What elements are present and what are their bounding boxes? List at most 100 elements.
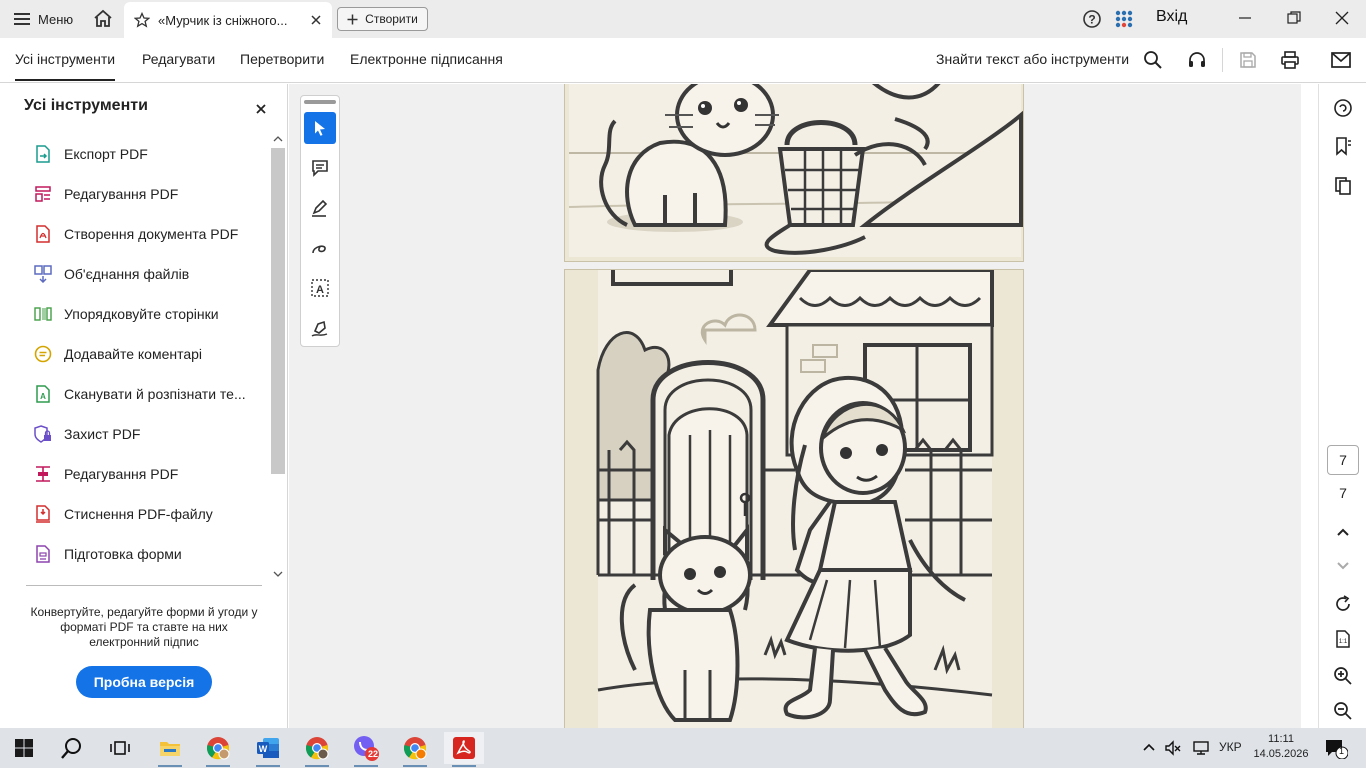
text-tool-button[interactable]: A: [304, 272, 336, 304]
scrollbar-thumb[interactable]: [271, 148, 285, 474]
volume-muted-icon[interactable]: [1164, 739, 1182, 757]
clock[interactable]: 11:11 14.05.2026: [1252, 732, 1310, 762]
menu-button[interactable]: Меню: [8, 6, 79, 32]
toolbar-divider: [1222, 48, 1223, 72]
start-button[interactable]: [4, 732, 44, 764]
tool-label: Захист PDF: [64, 426, 141, 442]
free-trial-button[interactable]: Пробна версія: [76, 666, 212, 698]
clock-date: 14.05.2026: [1253, 748, 1309, 760]
search-icon: [61, 738, 81, 759]
clock-time: 11:11: [1268, 733, 1294, 745]
tool-create-pdf[interactable]: Створення документа PDF: [0, 214, 268, 254]
svg-text:A: A: [40, 392, 46, 401]
scroll-down-icon[interactable]: [273, 569, 283, 579]
tool-compress-pdf[interactable]: Стиснення PDF-файлу: [0, 494, 268, 534]
tab-e-sign[interactable]: Електронне підписання: [350, 51, 503, 67]
tab-convert[interactable]: Перетворити: [240, 51, 324, 67]
close-tab-icon[interactable]: [310, 14, 322, 26]
highlight-tool-button[interactable]: [304, 192, 336, 224]
tool-scan-ocr[interactable]: A Сканувати й розпізнати те...: [0, 374, 268, 414]
chrome-icon: [305, 737, 329, 760]
show-hidden-icons-icon[interactable]: [1142, 741, 1156, 753]
create-button[interactable]: Створити: [337, 7, 428, 31]
minimize-button[interactable]: [1230, 6, 1260, 30]
total-pages: 7: [1339, 485, 1347, 501]
fit-page-icon[interactable]: 1:1: [1331, 627, 1355, 651]
next-page-icon[interactable]: [1331, 554, 1355, 578]
apps-icon[interactable]: [1114, 9, 1134, 29]
draw-tool-button[interactable]: [304, 232, 336, 264]
tool-protect-pdf[interactable]: Захист PDF: [0, 414, 268, 454]
email-icon[interactable]: [1330, 49, 1352, 71]
tab-edit[interactable]: Редагувати: [142, 51, 215, 67]
ai-assistant-icon[interactable]: [1331, 96, 1355, 120]
tool-edit-pdf[interactable]: Редагування PDF: [0, 174, 268, 214]
current-page-input[interactable]: 7: [1327, 445, 1359, 475]
pen-icon: [312, 199, 328, 217]
sign-in-button[interactable]: Вхід: [1156, 8, 1187, 26]
help-icon[interactable]: ?: [1082, 9, 1102, 29]
scroll-up-icon[interactable]: [273, 134, 283, 144]
taskbar-chrome-3[interactable]: [395, 732, 435, 767]
find-text-label[interactable]: Знайти текст або інструменти: [936, 51, 1129, 67]
task-view-button[interactable]: [100, 732, 140, 764]
taskbar-viber[interactable]: 22: [346, 732, 386, 767]
chrome-icon: [403, 737, 427, 760]
tool-label: Додавайте коментарі: [64, 346, 203, 362]
tool-export-pdf[interactable]: Експорт PDF: [0, 134, 268, 174]
document-tab[interactable]: «Мурчик із сніжного...: [124, 2, 332, 38]
taskbar-word[interactable]: W: [248, 732, 288, 767]
restore-button[interactable]: [1279, 6, 1309, 30]
windows-logo-icon: [15, 739, 33, 757]
previous-page-icon[interactable]: [1331, 520, 1355, 544]
star-icon[interactable]: [134, 12, 150, 28]
search-icon[interactable]: [1142, 49, 1164, 71]
tab-all-tools[interactable]: Усі інструменти: [15, 51, 116, 81]
close-panel-icon[interactable]: [252, 100, 270, 118]
sign-tool-button[interactable]: [304, 312, 336, 344]
select-tool-button[interactable]: [304, 112, 336, 144]
tools-scrollbar[interactable]: [270, 132, 286, 582]
notification-count: 1: [1339, 746, 1345, 756]
panel-divider: [26, 585, 262, 586]
export-pdf-icon: [34, 145, 52, 163]
taskbar-acrobat[interactable]: [444, 732, 484, 767]
tool-prepare-form[interactable]: Підготовка форми: [0, 534, 268, 574]
network-icon[interactable]: [1192, 740, 1210, 756]
notifications-icon: [1326, 740, 1348, 759]
tool-label: Підготовка форми: [64, 546, 182, 562]
read-aloud-icon[interactable]: [1186, 49, 1208, 71]
bookmarks-icon[interactable]: [1331, 134, 1355, 158]
text-box-icon: A: [311, 279, 329, 297]
plus-icon: [347, 14, 358, 24]
zoom-in-icon[interactable]: [1331, 664, 1355, 688]
comment-tool-button[interactable]: [304, 152, 336, 184]
taskbar-chrome-2[interactable]: [297, 732, 337, 767]
comment-bubble-icon: [312, 160, 328, 177]
tool-add-comments[interactable]: Додавайте коментарі: [0, 334, 268, 374]
rotate-icon[interactable]: [1331, 592, 1355, 616]
notifications-button[interactable]: 1: [1316, 732, 1356, 764]
promo-text: Конвертуйте, редагуйте форми й угоди у ф…: [30, 605, 258, 649]
tool-label: Редагування PDF: [64, 186, 179, 202]
drag-handle[interactable]: [304, 100, 336, 104]
tool-label: Стиснення PDF-файлу: [64, 506, 213, 522]
print-icon[interactable]: [1279, 49, 1301, 71]
tool-redact-pdf[interactable]: Редагування PDF: [0, 454, 268, 494]
taskbar-file-explorer[interactable]: [150, 732, 190, 767]
all-tools-panel: Усі інструменти Експорт PDF Редагування …: [0, 84, 288, 728]
document-viewer[interactable]: A: [289, 84, 1301, 728]
language-indicator[interactable]: УКР: [1219, 740, 1242, 754]
close-window-button[interactable]: [1327, 6, 1357, 30]
pages-icon[interactable]: [1331, 174, 1355, 198]
save-icon[interactable]: [1237, 49, 1259, 71]
tool-organize-pages[interactable]: Упорядковуйте сторінки: [0, 294, 268, 334]
home-icon: [94, 9, 112, 27]
restore-icon: [1287, 11, 1301, 24]
taskbar-search-button[interactable]: [52, 732, 92, 764]
taskbar-chrome-1[interactable]: [198, 732, 238, 767]
tool-combine-files[interactable]: Об'єднання файлів: [0, 254, 268, 294]
zoom-out-icon[interactable]: [1331, 699, 1355, 723]
tool-label: Упорядковуйте сторінки: [64, 306, 219, 322]
home-button[interactable]: [90, 6, 116, 32]
